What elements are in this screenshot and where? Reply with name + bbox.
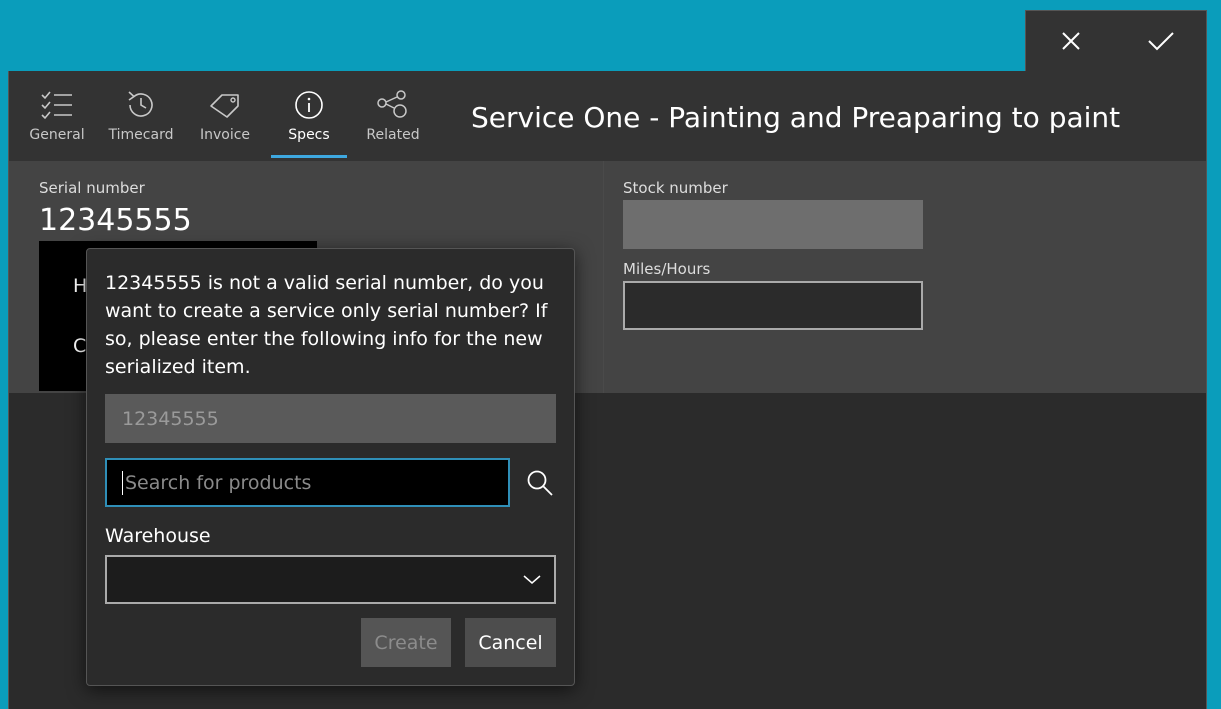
command-bar xyxy=(1025,10,1207,72)
checklist-icon xyxy=(41,91,72,120)
chevron-down-icon xyxy=(523,575,541,584)
page-title: Service One - Painting and Preaparing to… xyxy=(471,101,1121,134)
checkmark-icon xyxy=(1148,32,1174,51)
stock-number-label: Stock number xyxy=(623,179,728,197)
tab-general[interactable]: General xyxy=(19,71,95,159)
cancel-button[interactable]: Cancel xyxy=(465,618,556,667)
close-button[interactable] xyxy=(1026,11,1116,71)
miles-hours-label: Miles/Hours xyxy=(623,260,711,278)
info-icon xyxy=(295,91,323,119)
warehouse-label: Warehouse xyxy=(105,525,211,547)
create-button[interactable]: Create xyxy=(361,618,451,667)
product-search-input[interactable]: Search for products xyxy=(105,458,510,507)
tab-specs[interactable]: Specs xyxy=(271,71,347,159)
tab-label: Specs xyxy=(288,127,330,143)
column-divider xyxy=(603,161,604,393)
active-tab-indicator xyxy=(271,155,347,158)
new-serial-field[interactable]: 12345555 xyxy=(105,394,556,443)
miles-hours-field[interactable] xyxy=(623,281,923,330)
tag-icon xyxy=(210,94,239,118)
tab-label: General xyxy=(29,127,85,143)
tab-invoice[interactable]: Invoice xyxy=(187,71,263,159)
close-icon xyxy=(1062,32,1080,50)
tab-related[interactable]: Related xyxy=(355,71,431,159)
serial-number-label: Serial number xyxy=(39,179,145,197)
text-caret xyxy=(122,470,123,495)
search-placeholder: Search for products xyxy=(125,471,312,494)
tab-label: Invoice xyxy=(199,127,251,143)
tab-label: Related xyxy=(366,127,420,143)
stock-number-field[interactable] xyxy=(623,200,923,249)
suggestion-item[interactable]: C xyxy=(73,335,86,357)
warehouse-dropdown[interactable] xyxy=(105,555,556,604)
tab-label: Timecard xyxy=(108,127,174,143)
accept-button[interactable] xyxy=(1116,11,1206,71)
serial-number-value[interactable]: 12345555 xyxy=(39,203,192,238)
search-icon xyxy=(527,470,553,496)
header-bar: General Timecard Invoice Specs Related S… xyxy=(9,71,1206,161)
create-serial-dialog: 12345555 is not a valid serial number, d… xyxy=(86,248,575,686)
share-nodes-icon xyxy=(377,90,407,118)
tab-timecard[interactable]: Timecard xyxy=(103,71,179,159)
history-clock-icon xyxy=(128,91,153,117)
search-button[interactable] xyxy=(518,458,562,507)
dialog-message: 12345555 is not a valid serial number, d… xyxy=(105,272,548,378)
